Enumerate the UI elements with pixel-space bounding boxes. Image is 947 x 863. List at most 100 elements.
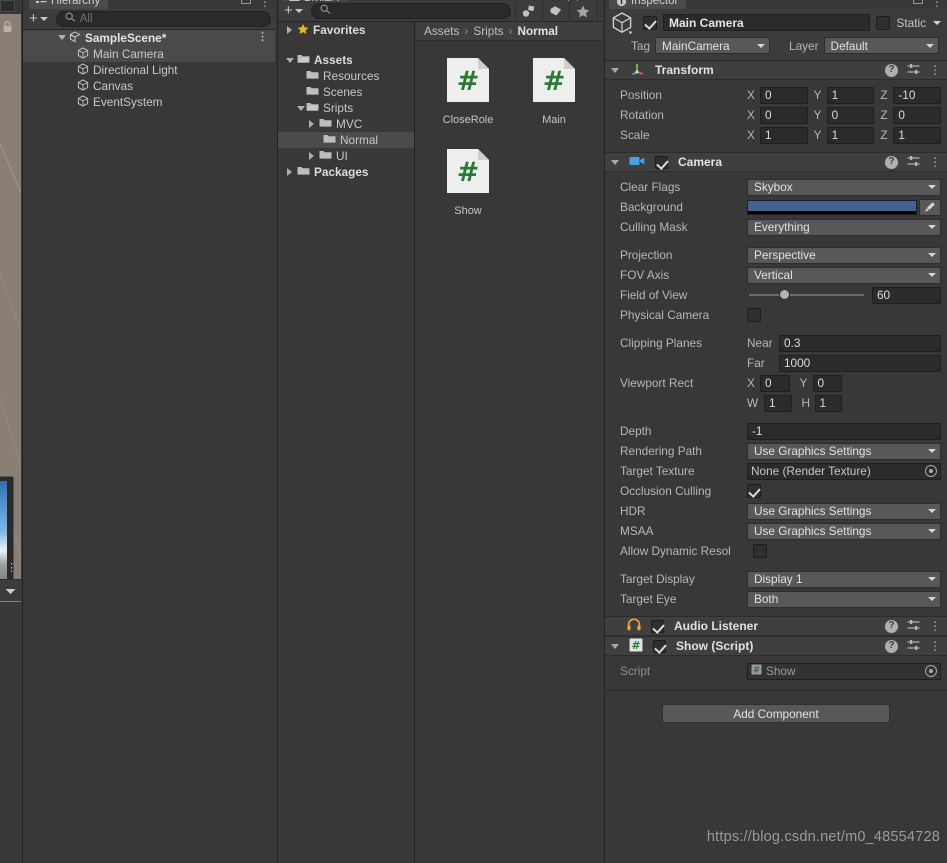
show-script-enabled-checkbox[interactable]: [653, 639, 666, 653]
gameobject-cube-icon[interactable]: [611, 11, 637, 35]
help-icon[interactable]: ?: [885, 639, 898, 653]
tab-inspector[interactable]: Inspector: [609, 0, 687, 9]
position-y-input[interactable]: 1: [826, 86, 875, 104]
camera-enabled-checkbox[interactable]: [655, 155, 668, 169]
depth-input[interactable]: -1: [747, 422, 941, 440]
project-tree-item-scenes[interactable]: Scenes: [278, 84, 414, 100]
project-tree-item-resources[interactable]: Resources: [278, 68, 414, 84]
target-eye-dropdown[interactable]: Both: [747, 590, 941, 608]
asset-item-main[interactable]: # Main: [524, 55, 584, 126]
occlusion-culling-checkbox[interactable]: [747, 484, 761, 498]
clear-flags-dropdown[interactable]: Skybox: [747, 178, 941, 196]
chevron-down-icon[interactable]: [611, 643, 619, 649]
rotation-y-input[interactable]: 0: [826, 106, 875, 124]
viewport-x-input[interactable]: 0: [760, 374, 790, 392]
object-picker-icon[interactable]: [925, 465, 937, 477]
breadcrumb-item-normal[interactable]: Normal: [517, 24, 558, 38]
scene-toolbar-button[interactable]: [0, 0, 15, 12]
physical-camera-checkbox[interactable]: [747, 308, 761, 322]
tab-hierarchy[interactable]: Hierarchy: [29, 0, 109, 9]
breadcrumb-item-assets[interactable]: Assets: [424, 24, 459, 38]
target-texture-objectfield[interactable]: None (Render Texture): [747, 462, 941, 480]
filter-by-type-icon[interactable]: [514, 0, 542, 22]
hierarchy-item-eventsystem[interactable]: EventSystem: [23, 94, 275, 110]
component-header-camera[interactable]: Camera ? ⋮: [605, 152, 947, 172]
chevron-down-icon[interactable]: [39, 17, 48, 21]
projection-dropdown[interactable]: Perspective: [747, 246, 941, 264]
hierarchy-scene-row[interactable]: SampleScene* ⋮: [23, 30, 275, 46]
hdr-dropdown[interactable]: Use Graphics Settings: [747, 502, 941, 520]
preset-icon[interactable]: [907, 619, 920, 634]
component-header-transform[interactable]: Transform ? ⋮: [605, 60, 947, 80]
viewport-y-input[interactable]: 0: [812, 374, 842, 392]
kebab-menu-icon[interactable]: ⋮: [929, 64, 941, 76]
filter-by-label-icon[interactable]: [541, 0, 569, 22]
kebab-menu-icon[interactable]: ⋮: [929, 156, 941, 168]
script-objectfield[interactable]: # Show: [747, 662, 941, 680]
allow-dynamic-resolution-checkbox[interactable]: [753, 544, 767, 558]
scale-z-input[interactable]: 1: [893, 126, 942, 144]
hierarchy-item-canvas[interactable]: Canvas: [23, 78, 275, 94]
chevron-down-icon[interactable]: [611, 67, 619, 73]
near-input[interactable]: 0.3: [779, 334, 941, 352]
chevron-down-icon[interactable]: [294, 9, 303, 13]
help-icon[interactable]: ?: [885, 619, 898, 633]
kebab-menu-icon[interactable]: ⋮: [929, 640, 941, 652]
maximize-icon[interactable]: [241, 0, 251, 7]
chevron-right-icon[interactable]: [306, 120, 317, 128]
audio-listener-enabled-checkbox[interactable]: [651, 619, 664, 633]
tag-dropdown[interactable]: MainCamera: [655, 37, 771, 54]
help-icon[interactable]: ?: [885, 63, 898, 77]
project-tree-item-favorites[interactable]: Favorites: [278, 22, 414, 38]
project-tree-item-packages[interactable]: Packages: [278, 164, 414, 180]
static-checkbox[interactable]: [876, 15, 891, 30]
chevron-down-icon[interactable]: [58, 35, 66, 40]
background-color-swatch[interactable]: [747, 199, 917, 215]
scene-bottom-bar[interactable]: [0, 579, 21, 601]
hierarchy-item-main-camera[interactable]: Main Camera: [23, 46, 275, 62]
kebab-menu-icon[interactable]: ⋮: [929, 620, 941, 632]
asset-item-closerole[interactable]: # CloseRole: [438, 55, 498, 126]
component-header-show-script[interactable]: # Show (Script) ? ⋮: [605, 636, 947, 656]
project-create-button[interactable]: +: [278, 3, 307, 20]
preset-icon[interactable]: [907, 63, 920, 78]
field-of-view-slider-handle[interactable]: [778, 289, 790, 300]
far-input[interactable]: 1000: [779, 354, 941, 372]
chevron-down-icon[interactable]: [933, 20, 941, 25]
scale-x-input[interactable]: 1: [760, 126, 808, 144]
field-of-view-slider[interactable]: [749, 289, 864, 300]
chevron-down-icon[interactable]: [5, 584, 16, 598]
kebab-menu-icon[interactable]: ⋮: [259, 0, 271, 8]
scene-view-panel-sliver[interactable]: ⋮: [0, 0, 22, 863]
eyedropper-icon[interactable]: [919, 198, 941, 216]
chevron-down-icon[interactable]: [295, 105, 306, 111]
chevron-right-icon[interactable]: [306, 152, 317, 160]
chevron-down-icon[interactable]: [284, 57, 295, 63]
target-display-dropdown[interactable]: Display 1: [747, 570, 941, 588]
project-tree-item-assets[interactable]: Assets: [278, 52, 414, 68]
viewport-h-input[interactable]: 1: [814, 394, 842, 412]
chevron-down-icon[interactable]: [611, 159, 619, 165]
rotation-z-input[interactable]: 0: [893, 106, 942, 124]
help-icon[interactable]: ?: [885, 155, 898, 169]
preset-icon[interactable]: [907, 639, 920, 654]
kebab-menu-icon[interactable]: ⋮: [6, 563, 17, 574]
maximize-icon[interactable]: [913, 0, 923, 7]
viewport-w-input[interactable]: 1: [764, 394, 792, 412]
chevron-right-icon[interactable]: [284, 168, 295, 176]
rotation-x-input[interactable]: 0: [760, 106, 808, 124]
project-tree-item-ui[interactable]: UI: [278, 148, 414, 164]
layer-dropdown[interactable]: Default: [823, 37, 939, 54]
position-x-input[interactable]: 0: [760, 86, 808, 104]
asset-item-show[interactable]: # Show: [438, 146, 498, 217]
project-tree-item-normal[interactable]: Normal: [278, 132, 414, 148]
gameobject-enabled-checkbox[interactable]: [643, 15, 657, 30]
chevron-right-icon[interactable]: [284, 26, 295, 34]
culling-mask-dropdown[interactable]: Everything: [747, 218, 941, 236]
hierarchy-create-button[interactable]: +: [23, 11, 52, 28]
scale-y-input[interactable]: 1: [826, 126, 875, 144]
project-tree-item-sripts[interactable]: Sripts: [278, 100, 414, 116]
fov-axis-dropdown[interactable]: Vertical: [747, 266, 941, 284]
project-search-input[interactable]: [310, 3, 511, 19]
kebab-menu-icon[interactable]: ⋮: [931, 0, 943, 8]
